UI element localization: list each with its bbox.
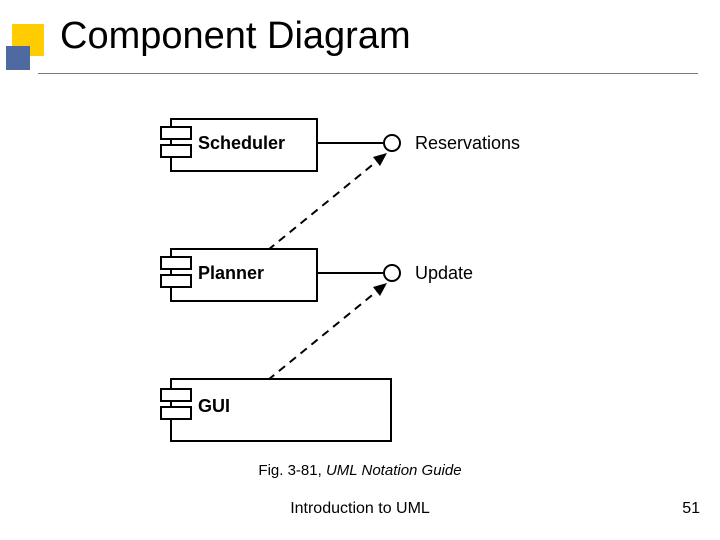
arrowhead-planner-reservations	[373, 153, 387, 166]
title-bullet-yellow	[12, 24, 44, 56]
interface-label-reservations: Reservations	[415, 133, 520, 154]
title-bullet-blue	[6, 46, 30, 70]
page-number: 51	[682, 500, 700, 518]
component-scheduler-tab-top	[160, 126, 192, 140]
interface-circle-reservations	[384, 135, 400, 151]
caption-italic: UML Notation Guide	[326, 462, 462, 479]
component-planner-tab-top	[160, 256, 192, 270]
footer-text: Introduction to UML	[0, 500, 720, 518]
interface-circle-update	[384, 265, 400, 281]
title-underline	[38, 73, 698, 74]
slide: Component Diagram Scheduler Reservations	[0, 0, 720, 540]
slide-title: Component Diagram	[60, 15, 411, 58]
figure-caption: Fig. 3-81, UML Notation Guide	[0, 462, 720, 479]
component-gui-tab-bottom	[160, 406, 192, 420]
interface-label-update: Update	[415, 263, 473, 284]
arrowhead-gui-update	[373, 283, 387, 296]
caption-prefix: Fig. 3-81,	[258, 462, 326, 479]
component-diagram: Scheduler Reservations Planner Update GU…	[0, 90, 720, 470]
component-scheduler-tab-bottom	[160, 144, 192, 158]
component-scheduler: Scheduler	[170, 118, 318, 172]
component-scheduler-label: Scheduler	[198, 133, 285, 154]
component-gui-tab-top	[160, 388, 192, 402]
component-gui: GUI	[170, 378, 392, 442]
component-planner-label: Planner	[198, 263, 264, 284]
component-planner: Planner	[170, 248, 318, 302]
component-gui-label: GUI	[198, 396, 230, 417]
component-planner-tab-bottom	[160, 274, 192, 288]
